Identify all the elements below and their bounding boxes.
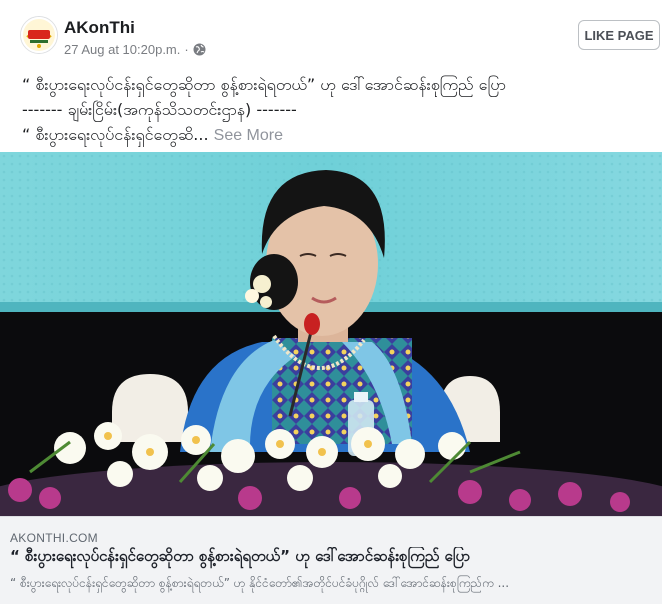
- post-text-line: “ စီးပွားရေးလုပ်ငန်းရှင်တွေဆိ... See Mor…: [22, 122, 652, 148]
- post-timestamp[interactable]: 27 Aug at 10:20p.m.: [64, 42, 180, 57]
- post-text: “ စီးပွားရေးလုပ်ငန်းရှင်တွေဆိုတာ စွန့်စာ…: [22, 72, 652, 148]
- akonthi-logo: [21, 17, 57, 53]
- post-meta: 27 Aug at 10:20p.m. ·: [64, 42, 206, 57]
- link-title[interactable]: “ စီးပွားရေးလုပ်ငန်းရှင်တွေဆိုတာ စွန့်စာ…: [10, 547, 656, 569]
- see-more-link[interactable]: See More: [214, 127, 283, 144]
- post-text-line: ------- ချမ်းငြိမ်း(အကုန်သိသတင်းဌာန) ---…: [22, 100, 297, 119]
- facebook-post: AKonThi 27 Aug at 10:20p.m. · LIKE PAGE …: [0, 0, 662, 604]
- post-photo[interactable]: [0, 152, 662, 516]
- link-description: “ စီးပွားရေးလုပ်ငန်းရှင်တွေဆိုတာ စွန့်စာ…: [10, 576, 510, 590]
- like-page-button[interactable]: LIKE PAGE: [578, 20, 660, 50]
- link-preview[interactable]: AKONTHI.COM “ စီးပွားရေးလုပ်ငန်းရှင်တွေဆ…: [0, 516, 662, 604]
- globe-icon: [193, 43, 206, 56]
- page-avatar[interactable]: [20, 16, 58, 54]
- meta-separator: ·: [184, 42, 189, 57]
- post-header: AKonThi 27 Aug at 10:20p.m. · LIKE PAGE: [0, 0, 662, 66]
- speaker-photo-illustration: [0, 152, 662, 516]
- post-text-truncated: “ စီးပွားရေးလုပ်ငန်းရှင်တွေဆိ...: [22, 125, 209, 144]
- page-name[interactable]: AKonThi: [64, 18, 135, 38]
- post-text-line: “ စီးပွားရေးလုပ်ငန်းရှင်တွေဆိုတာ စွန့်စာ…: [22, 75, 506, 94]
- link-domain: AKONTHI.COM: [10, 531, 98, 545]
